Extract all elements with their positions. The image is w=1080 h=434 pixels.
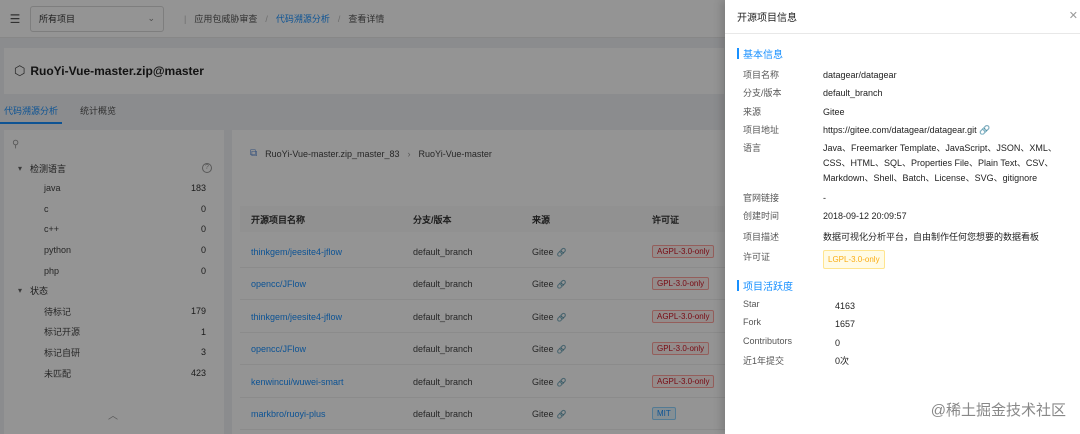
info-key: 官网链接 — [743, 193, 780, 203]
activity-row: Contributors 0 — [743, 336, 1073, 351]
drawer-title: 开源项目信息 — [725, 0, 1080, 34]
close-icon[interactable]: ✕ — [1069, 9, 1078, 22]
link-icon: 🔗 — [979, 125, 991, 135]
info-value: Gitee — [823, 107, 845, 117]
info-key: 项目地址 — [743, 125, 780, 135]
info-value: default_branch — [823, 88, 883, 98]
activity-value: 0 — [835, 338, 841, 348]
info-row: 项目名称 datagear/datagear — [743, 68, 1073, 83]
info-value: 数据可视化分析平台，自由制作任何您想要的数据看板 — [823, 232, 1040, 242]
drawer-mask[interactable] — [0, 0, 725, 434]
info-value: 2018-09-12 20:09:57 — [823, 211, 907, 221]
info-row: 语言 Java、Freemarker Template、JavaScript、JS… — [743, 141, 1073, 186]
section-title: 基本信息 — [743, 50, 783, 61]
info-value: - — [823, 193, 826, 203]
activity-key: 近1年提交 — [743, 356, 785, 366]
project-url-text: https://gitee.com/datagear/datagear.git — [823, 125, 977, 135]
activity-key: Fork — [743, 317, 761, 327]
activity-value: 0次 — [835, 356, 850, 366]
activity-value: 4163 — [835, 301, 856, 311]
activity-row: Fork 1657 — [743, 317, 1073, 332]
info-row: 来源 Gitee — [743, 105, 1073, 120]
activity-row: 近1年提交 0次 — [743, 354, 1073, 369]
info-value: Java、Freemarker Template、JavaScript、JSON… — [823, 143, 1057, 183]
info-row: 许可证 LGPL-3.0-only — [743, 250, 1073, 269]
activity-key: Star — [743, 299, 760, 309]
section-marker — [737, 48, 739, 59]
watermark: @稀土掘金技术社区 — [930, 402, 1066, 419]
license-badge: LGPL-3.0-only — [823, 250, 885, 269]
info-key: 来源 — [743, 107, 762, 117]
info-key: 项目描述 — [743, 232, 780, 242]
info-key: 项目名称 — [743, 70, 780, 80]
info-key: 许可证 — [743, 252, 771, 262]
activity-row: Star 4163 — [743, 299, 1073, 314]
license-value: LGPL-3.0-only — [823, 250, 1073, 269]
project-info-drawer: 开源项目信息 ✕ 基本信息 项目名称 datagear/datagear 分支/版… — [725, 0, 1080, 434]
activity-key: Contributors — [743, 336, 793, 346]
project-url[interactable]: https://gitee.com/datagear/datagear.git … — [823, 123, 1073, 138]
info-key: 创建时间 — [743, 211, 780, 221]
info-row: 创建时间 2018-09-12 20:09:57 — [743, 209, 1073, 224]
section-title: 项目活跃度 — [743, 282, 793, 293]
info-row: 分支/版本 default_branch — [743, 86, 1073, 101]
info-row: 项目地址 https://gitee.com/datagear/datagear.… — [743, 123, 1073, 138]
section-marker — [737, 280, 739, 291]
info-row: 项目描述 数据可视化分析平台，自由制作任何您想要的数据看板 — [743, 230, 1073, 245]
activity-value: 1657 — [835, 319, 856, 329]
info-row: 官网链接 - — [743, 191, 1073, 206]
info-key: 语言 — [743, 143, 762, 153]
info-key: 分支/版本 — [743, 88, 782, 98]
section-basic-info: 基本信息 — [737, 46, 783, 61]
info-value: datagear/datagear — [823, 70, 897, 80]
section-activity: 项目活跃度 — [737, 278, 793, 293]
